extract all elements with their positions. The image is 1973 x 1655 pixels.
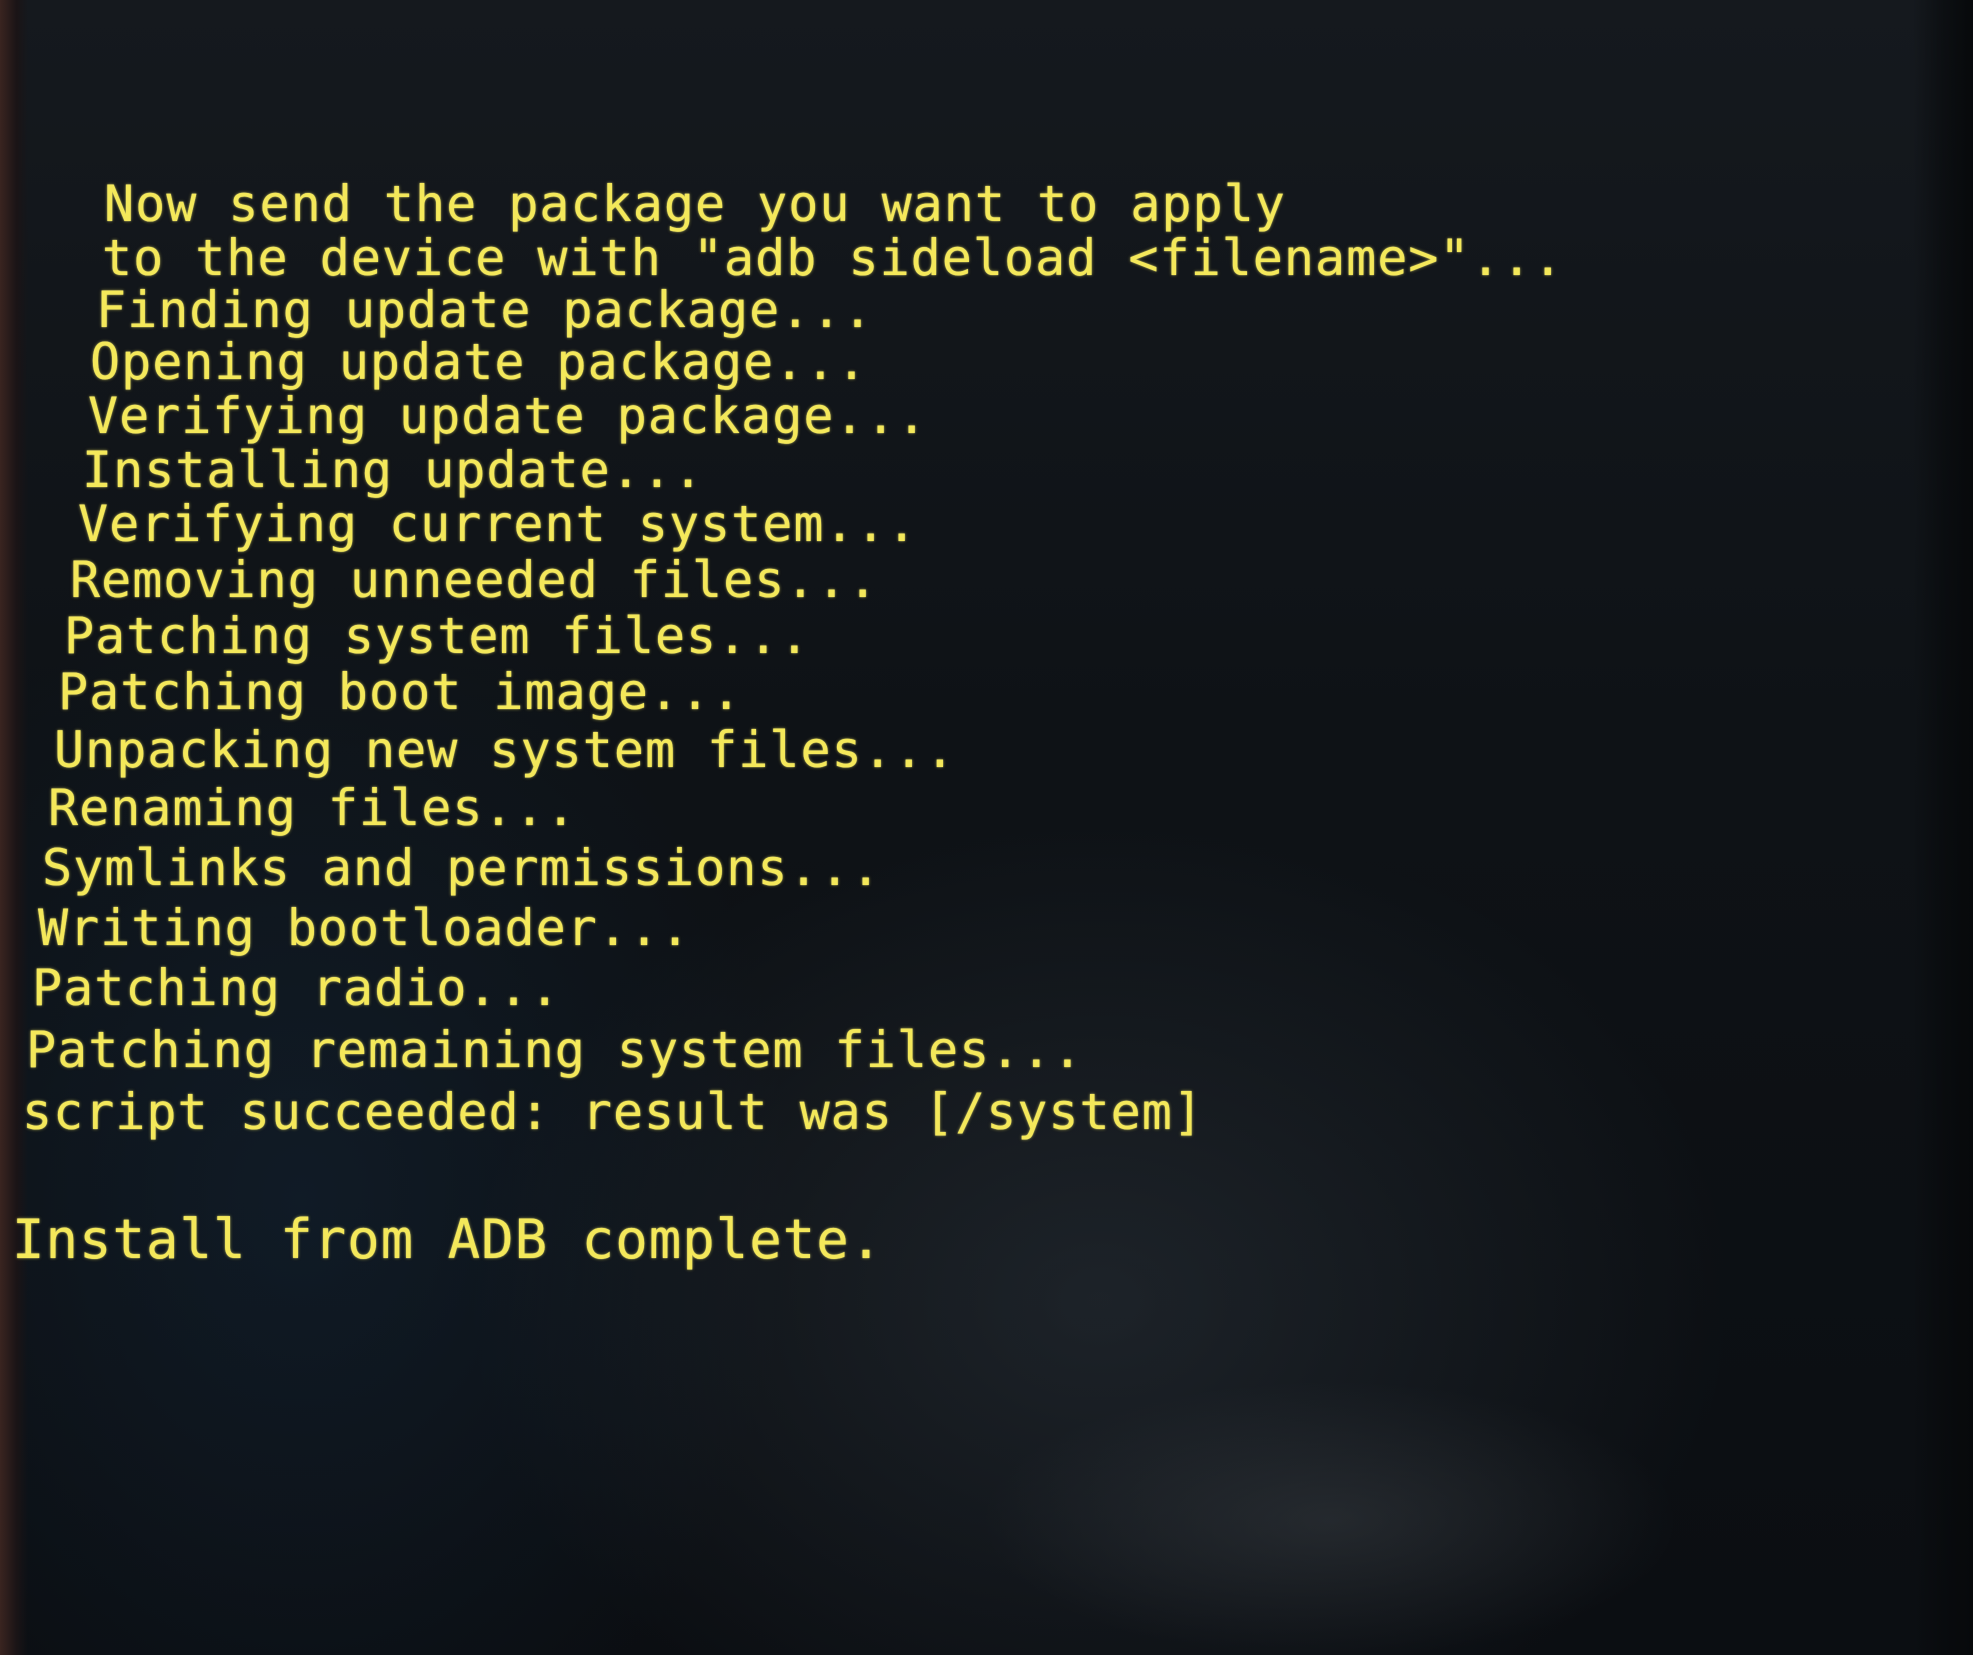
log-line: Writing bootloader... bbox=[38, 899, 692, 957]
log-line: Opening update package... bbox=[90, 333, 868, 391]
recovery-log: Now send the package you want to apply t… bbox=[0, 0, 1973, 1655]
install-status: Install from ADB complete. bbox=[12, 1208, 884, 1271]
log-line: Verifying current system... bbox=[78, 495, 918, 553]
log-line: Now send the package you want to apply bbox=[104, 175, 1286, 233]
log-line: Finding update package... bbox=[96, 281, 874, 339]
log-line: Patching system files... bbox=[64, 607, 811, 665]
log-line: Installing update... bbox=[82, 441, 705, 499]
recovery-screen: Now send the package you want to apply t… bbox=[0, 0, 1973, 1655]
log-line: Patching remaining system files... bbox=[26, 1021, 1084, 1079]
log-line: Symlinks and permissions... bbox=[42, 839, 882, 897]
log-line: to the device with "adb sideload <filena… bbox=[102, 229, 1564, 287]
log-line: Removing unneeded files... bbox=[70, 551, 879, 609]
log-line: Unpacking new system files... bbox=[54, 721, 956, 779]
log-line: Patching radio... bbox=[32, 959, 561, 1017]
log-line: Verifying update package... bbox=[88, 387, 928, 445]
log-line: Renaming files... bbox=[48, 779, 577, 837]
log-line: Patching boot image... bbox=[58, 663, 743, 721]
log-line: script succeeded: result was [/system] bbox=[22, 1083, 1204, 1141]
